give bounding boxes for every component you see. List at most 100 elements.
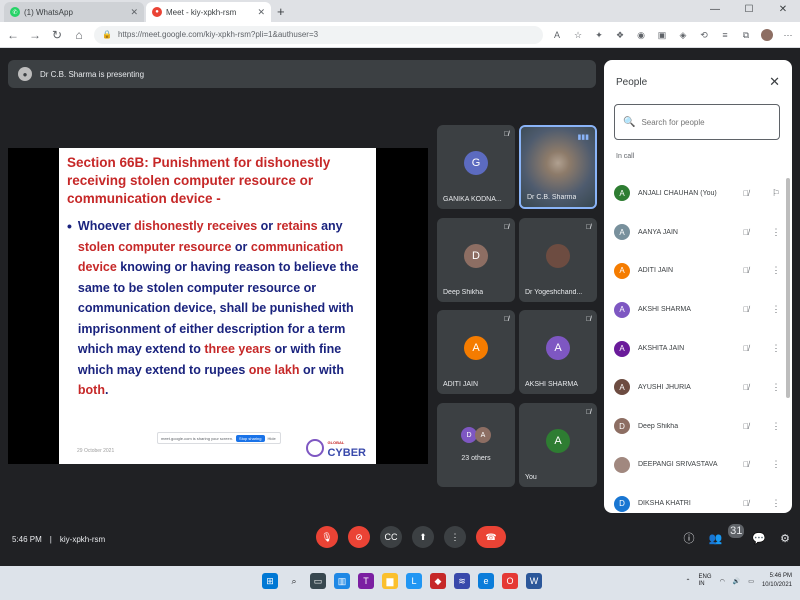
home-icon[interactable]: ⌂ [72,28,86,42]
participant-row[interactable]: A ADITI JAIN 🎙̸ ⋮ [604,252,792,291]
slide-paragraph: Whoever dishonestly receives or retains … [78,216,368,401]
participant-row[interactable]: A AKSHITA JAIN 🎙̸ ⋮ [604,329,792,368]
camera-toggle-button[interactable]: ⊘ [348,526,370,548]
tab-whatsapp[interactable]: ✆ (1) WhatsApp ✕ [4,2,144,22]
people-icon[interactable]: 👥31 [708,523,745,545]
app-icon[interactable]: ≋ [454,573,470,589]
participant-name: AKSHI SHARMA [525,381,578,388]
office-icon[interactable]: O [502,573,518,589]
forward-icon[interactable]: → [28,28,42,42]
participant-tile[interactable]: 🎙̸ Dr Yogeshchand... [519,218,597,302]
store-icon[interactable]: L [406,573,422,589]
avatar: A [614,185,630,202]
more-options-icon[interactable]: ⋮ [770,498,782,509]
close-icon[interactable]: ✕ [257,7,265,18]
avatar: A [614,224,630,241]
read-aloud-icon[interactable]: A [551,29,563,41]
chat-icon[interactable]: 💬 [752,532,766,545]
new-tab-button[interactable]: + [277,2,285,22]
self-tile[interactable]: 🎙̸ A You [519,403,597,487]
close-icon[interactable]: ✕ [769,74,780,90]
extension-icon[interactable]: ⟲ [698,29,710,41]
maximize-icon[interactable]: ☐ [732,0,766,22]
participant-name: Dr Yogeshchand... [525,289,583,296]
leave-call-button[interactable]: ☎ [476,526,506,548]
hide-button[interactable]: Hide [268,436,276,441]
activities-icon[interactable]: ⚙ [780,532,790,545]
battery-icon[interactable]: ▭ [748,578,754,585]
task-view-icon[interactable]: ▭ [310,573,326,589]
close-icon[interactable]: ✕ [130,7,138,18]
participant-row[interactable]: DEEPANGI SRIVASTAVA 🎙̸ ⋮ [604,446,792,485]
present-button[interactable]: ⬆ [412,526,434,548]
volume-icon[interactable]: 🔊 [733,578,740,585]
reload-icon[interactable]: ↻ [50,28,64,42]
tray-chevron-icon[interactable]: ⌃ [686,578,691,585]
mic-off-icon: 🎙̸ [503,131,509,138]
extension-icon[interactable]: ◉ [635,29,647,41]
info-icon[interactable]: ⓘ [683,530,694,546]
people-search[interactable]: 🔍 [614,104,780,140]
participant-tile-speaking[interactable]: ▮▮▮ Dr C.B. Sharma [519,125,597,209]
more-options-icon[interactable]: ⋮ [770,382,782,393]
more-options-icon[interactable]: ⋮ [770,227,782,238]
extension-icon[interactable]: ▣ [656,29,668,41]
others-tile[interactable]: D A 23 others [437,403,515,487]
minimize-icon[interactable]: — [698,0,732,22]
stop-sharing-button[interactable]: Stop sharing [236,434,265,442]
word-icon[interactable]: W [526,573,542,589]
file-explorer-icon[interactable]: ▆ [382,573,398,589]
participant-row[interactable]: D DIKSHA KHATRI 🎙̸ ⋮ [604,484,792,513]
participant-tile[interactable]: 🎙̸ G GANIKA KODNA... [437,125,515,209]
more-options-icon[interactable]: ⋮ [770,304,782,315]
participant-row[interactable]: A AKSHI SHARMA 🎙̸ ⋮ [604,290,792,329]
windows-taskbar: ⊞ ⌕ ▭ ▥ T ▆ L ◆ ≋ e O W ⌃ ENG IN ◠ 🔊 ▭ 5… [0,566,800,600]
address-bar: ← → ↻ ⌂ 🔒 https://meet.google.com/kiy-xp… [0,22,800,48]
more-options-icon[interactable]: ⋮ [770,343,782,354]
close-window-icon[interactable]: ✕ [766,0,800,22]
captions-button[interactable]: CC [380,526,402,548]
side-controls: ⓘ 👥31 💬 ⚙ [683,523,790,546]
tab-meet[interactable]: ● Meet - kiy-xpkh-rsm ✕ [146,2,271,22]
wifi-icon[interactable]: ◠ [720,578,725,585]
more-options-icon[interactable]: ⋮ [770,459,782,470]
pin-icon[interactable]: ⚐ [770,188,782,199]
participant-tile[interactable]: 🎙̸ A ADITI JAIN [437,310,515,394]
extension-icon[interactable]: ✦ [593,29,605,41]
more-options-icon[interactable]: ⋮ [770,265,782,276]
mic-off-icon: 🎙̸ [503,224,509,231]
tab-title: Meet - kiy-xpkh-rsm [166,7,237,17]
presenting-banner: ● Dr C.B. Sharma is presenting [8,60,596,88]
search-icon[interactable]: ⌕ [286,573,302,589]
search-input[interactable] [641,117,762,127]
meeting-control-bar: 5:46 PM | kiy-xpkh-rsm 🎙 ⊘ CC ⬆ ⋮ ☎ ⓘ 👥3… [0,518,800,564]
extension-icon[interactable]: ◈ [677,29,689,41]
participant-tile[interactable]: 🎙̸ D Deep Shikha [437,218,515,302]
participant-name: ADITI JAIN [443,381,479,388]
participant-name: AKSHI SHARMA [638,306,691,314]
mic-toggle-button[interactable]: 🎙 [316,526,338,548]
language-indicator[interactable]: ENG IN [699,574,712,588]
participant-row[interactable]: A AYUSHI JHURIA 🎙̸ ⋮ [604,368,792,407]
url-field[interactable]: 🔒 https://meet.google.com/kiy-xpkh-rsm?p… [94,25,543,44]
teams-icon[interactable]: T [358,573,374,589]
more-options-icon[interactable]: ⋮ [770,421,782,432]
participant-row[interactable]: D Deep Shikha 🎙̸ ⋮ [604,407,792,446]
antivirus-icon[interactable]: ◆ [430,573,446,589]
back-icon[interactable]: ← [6,28,20,42]
extension-icon[interactable]: ❖ [614,29,626,41]
favorite-star-icon[interactable]: ☆ [572,29,584,41]
more-icon[interactable]: ⋯ [782,29,794,41]
collections-icon[interactable]: ⧉ [740,29,752,41]
favorites-icon[interactable]: ≡ [719,29,731,41]
start-icon[interactable]: ⊞ [262,573,278,589]
participant-row[interactable]: A ANJALI CHAUHAN (You) 🎙̸ ⚐ [604,174,792,213]
widgets-icon[interactable]: ▥ [334,573,350,589]
edge-icon[interactable]: e [478,573,494,589]
scrollbar[interactable] [786,178,790,398]
participant-row[interactable]: A AANYA JAIN 🎙̸ ⋮ [604,213,792,252]
profile-icon[interactable] [761,28,773,41]
more-options-button[interactable]: ⋮ [444,526,466,548]
clock[interactable]: 5:46 PM 10/10/2021 [762,572,792,590]
participant-tile[interactable]: 🎙̸ A AKSHI SHARMA [519,310,597,394]
